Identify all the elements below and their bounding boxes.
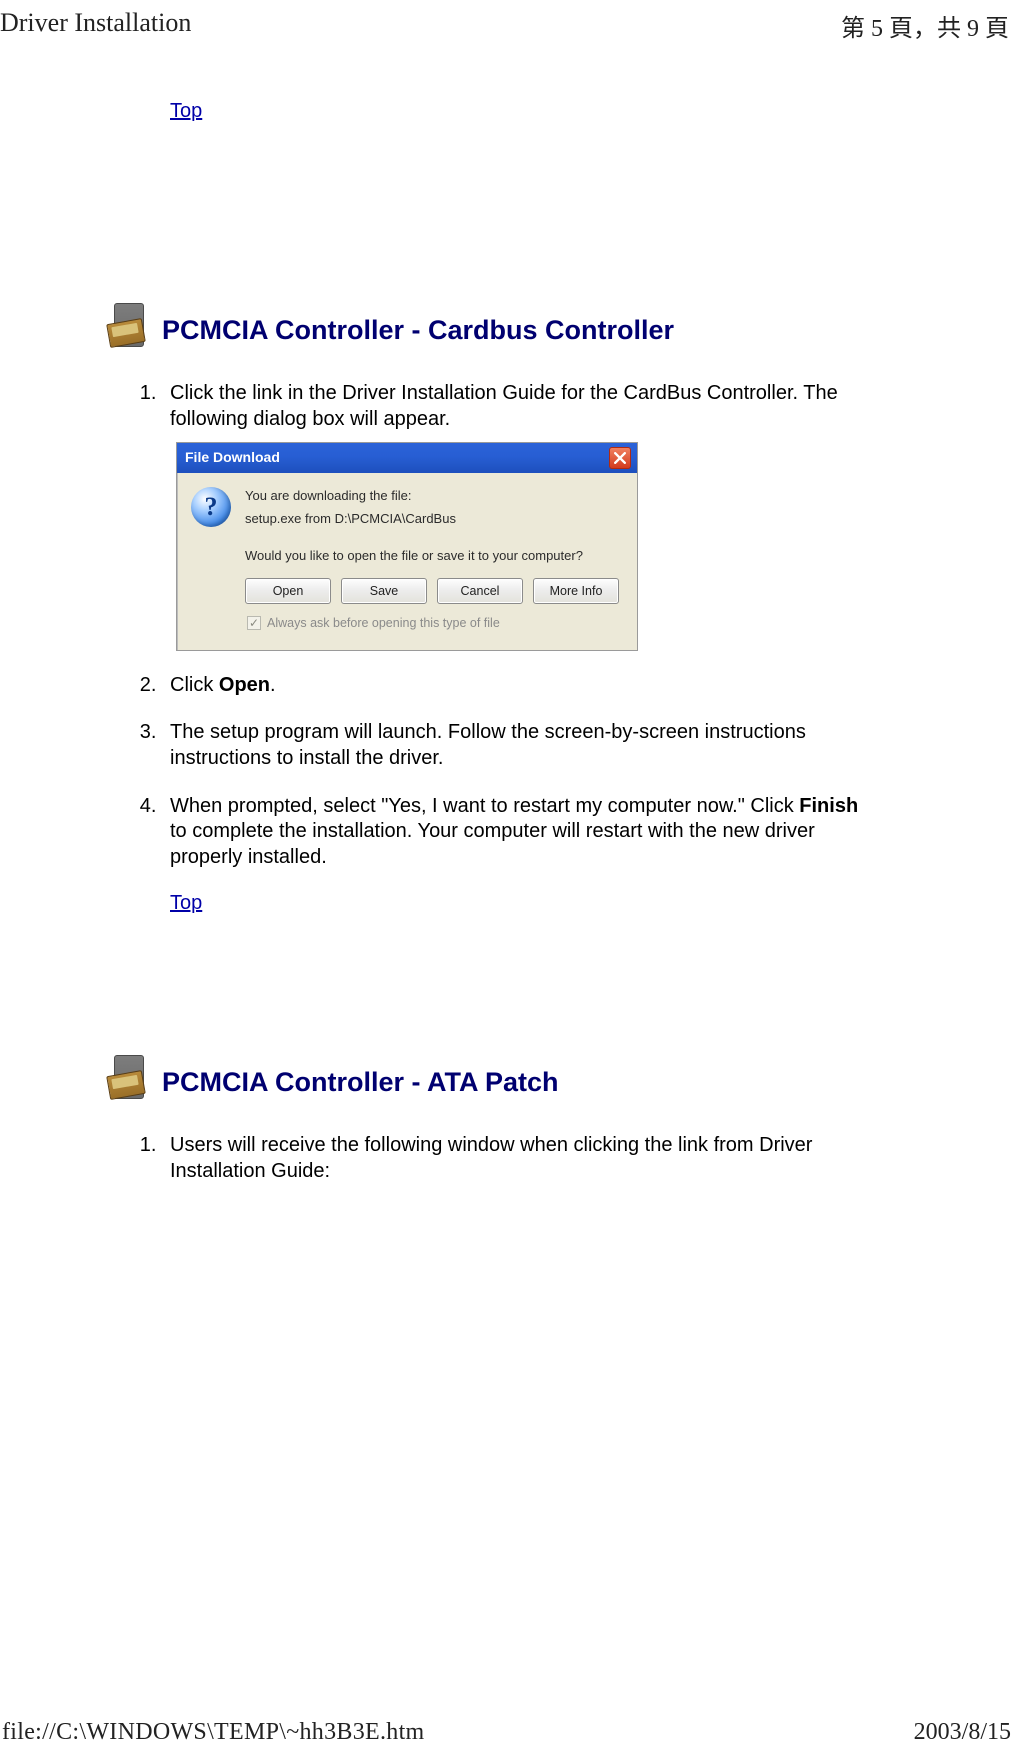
print-footer: file://C:\WINDOWS\TEMP\~hh3B3E.htm 2003/… [0,1719,1013,1746]
step-2-bold: Open [219,674,270,696]
dialog-line2: setup.exe from D:\PCMCIA\CardBus [245,510,619,529]
checkbox-icon[interactable]: ✓ [247,616,261,630]
step-1: Click the link in the Driver Installatio… [162,381,862,651]
dialog-title-text: File Download [185,449,280,467]
section-header-cardbus: PCMCIA Controller - Cardbus Controller [108,303,898,357]
dialog-button-row: Open Save Cancel More Info [245,578,619,604]
footer-date: 2003/8/15 [914,1719,1011,1746]
more-info-button[interactable]: More Info [533,578,619,604]
spacer [108,123,898,303]
step-2-pre: Click [170,674,219,696]
dialog-text-block: You are downloading the file: setup.exe … [245,487,619,632]
close-icon[interactable] [609,447,631,469]
dialog-line1: You are downloading the file: [245,487,619,506]
save-button[interactable]: Save [341,578,427,604]
cancel-button[interactable]: Cancel [437,578,523,604]
file-download-dialog: File Download ? You are downloading the … [176,442,638,651]
dialog-figure: File Download ? You are downloading the … [176,442,862,651]
open-button[interactable]: Open [245,578,331,604]
page-counter: 第 5 頁，共 9 頁 [841,8,1009,43]
section-title-cardbus: PCMCIA Controller - Cardbus Controller [162,315,674,346]
question-icon: ? [191,487,231,527]
top-link[interactable]: Top [170,892,202,914]
footer-path: file://C:\WINDOWS\TEMP\~hh3B3E.htm [2,1719,425,1746]
always-ask-checkbox-row: ✓ Always ask before opening this type of… [247,614,619,632]
step-4-pre: When prompted, select "Yes, I want to re… [170,795,799,817]
steps-list-ata: Users will receive the following window … [162,1133,898,1184]
step-2-post: . [270,674,276,696]
section-header-ata: PCMCIA Controller - ATA Patch [108,1055,898,1109]
top-link[interactable]: Top [170,100,202,122]
step-4-bold: Finish [799,795,858,817]
pcmcia-icon [108,1055,152,1109]
pcmcia-icon [108,303,152,357]
step-3: The setup program will launch. Follow th… [162,720,862,771]
dialog-line3: Would you like to open the file or save … [245,547,619,566]
ata-step-1-text: Users will receive the following window … [170,1134,812,1182]
step-1-text: Click the link in the Driver Installatio… [170,382,838,430]
top-link-container-2: Top [170,892,898,915]
top-link-container-1: Top [170,100,898,123]
section-title-ata: PCMCIA Controller - ATA Patch [162,1067,559,1098]
step-4-post: to complete the installation. Your compu… [170,820,815,868]
step-3-text: The setup program will launch. Follow th… [170,721,806,769]
ata-step-1: Users will receive the following window … [162,1133,862,1184]
page: Driver Installation 第 5 頁，共 9 頁 Top PCMC… [0,0,1013,1754]
step-2: Click Open. [162,673,862,699]
steps-list-cardbus: Click the link in the Driver Installatio… [162,381,898,870]
print-header: Driver Installation 第 5 頁，共 9 頁 [0,8,1013,43]
step-4: When prompted, select "Yes, I want to re… [162,794,862,871]
content-area: Top PCMCIA Controller - Cardbus Controll… [108,100,898,1207]
dialog-body: ? You are downloading the file: setup.ex… [177,473,637,650]
page-title: Driver Installation [0,8,191,43]
dialog-titlebar: File Download [177,443,637,473]
checkbox-label: Always ask before opening this type of f… [267,614,500,632]
